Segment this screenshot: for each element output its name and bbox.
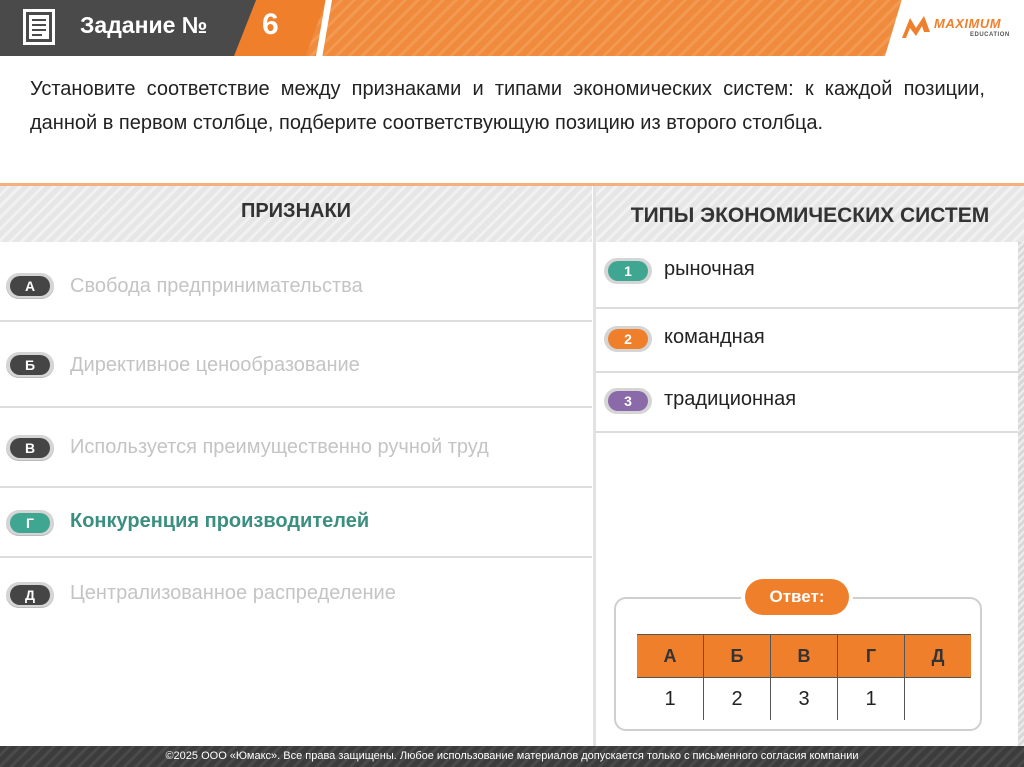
- features-column-header: ПРИЗНАКИ: [0, 186, 592, 242]
- type-row-3[interactable]: 3 традиционная: [596, 373, 1018, 433]
- answer-header-cell: Д: [904, 634, 971, 678]
- feature-row-a[interactable]: А Свобода предпринимательства: [0, 242, 592, 322]
- answer-cell-a[interactable]: 1: [637, 677, 704, 720]
- feature-letter: Д: [10, 585, 50, 605]
- type-number: 1: [608, 261, 648, 281]
- types-column-header: ТИПЫ ЭКОНОМИЧЕСКИХ СИСТЕМ: [596, 186, 1024, 242]
- answer-header-row: А Б В Г Д: [637, 634, 971, 678]
- type-text: рыночная: [664, 258, 755, 280]
- type-number: 3: [608, 391, 648, 411]
- task-number: 6: [262, 8, 279, 41]
- type-number: 2: [608, 329, 648, 349]
- feature-text: Свобода предпринимательства: [70, 275, 363, 297]
- answer-header-cell: В: [770, 634, 838, 678]
- header-bar: Задание № 6 MAXIMUM EDUCATION: [0, 0, 1024, 56]
- type-row-1[interactable]: 1 рыночная: [596, 245, 1018, 309]
- feature-row-v[interactable]: В Используется преимущественно ручной тр…: [0, 408, 592, 488]
- answer-header-cell: Б: [703, 634, 771, 678]
- right-edge-strip: [1018, 242, 1024, 747]
- type-number-badge: 1: [604, 258, 652, 284]
- logo-subtext: EDUCATION: [970, 32, 1010, 38]
- logo-mark-icon: [902, 16, 930, 38]
- types-column-title: ТИПЫ ЭКОНОМИЧЕСКИХ СИСТЕМ: [630, 204, 990, 227]
- answer-cell-v[interactable]: 3: [770, 677, 838, 720]
- feature-letter: Б: [10, 355, 50, 375]
- question-text: Установите соответствие между признаками…: [30, 78, 985, 134]
- feature-letter: В: [10, 438, 50, 458]
- feature-letter: Г: [10, 513, 50, 533]
- answer-label: Ответ:: [745, 579, 849, 615]
- answer-header-cell: А: [637, 634, 704, 678]
- copyright-text: ©2025 ООО «Юмакс». Все права защищены. Л…: [165, 750, 859, 762]
- feature-text: Используется преимущественно ручной труд: [70, 436, 489, 458]
- maximum-logo: MAXIMUM EDUCATION: [900, 10, 1020, 46]
- answer-table: А Б В Г Д 1 2 3 1: [637, 634, 971, 720]
- document-icon: [23, 9, 55, 45]
- feature-text: Директивное ценообразование: [70, 354, 360, 376]
- feature-letter-badge: Д: [6, 582, 54, 608]
- logo-text: MAXIMUM: [934, 16, 1002, 31]
- type-number-badge: 2: [604, 326, 652, 352]
- feature-letter-badge: Б: [6, 352, 54, 378]
- type-text: традиционная: [664, 388, 797, 410]
- answer-header-cell: Г: [837, 634, 905, 678]
- features-column-title: ПРИЗНАКИ: [240, 200, 352, 222]
- feature-letter-badge: Г: [6, 510, 54, 536]
- footer-bar: ©2025 ООО «Юмакс». Все права защищены. Л…: [0, 746, 1024, 767]
- row-divider: [596, 431, 1018, 433]
- answer-cell-b[interactable]: 2: [703, 677, 771, 720]
- type-row-2[interactable]: 2 командная: [596, 309, 1018, 373]
- feature-letter-badge: А: [6, 273, 54, 299]
- type-number-badge: 3: [604, 388, 652, 414]
- task-title: Задание №: [80, 12, 208, 38]
- feature-letter-badge: В: [6, 435, 54, 461]
- type-text: командная: [664, 326, 765, 348]
- feature-letter: А: [10, 276, 50, 296]
- answer-cell-g[interactable]: 1: [837, 677, 905, 720]
- feature-text: Централизованное распределение: [70, 582, 396, 604]
- feature-row-d[interactable]: Д Централизованное распределение: [0, 558, 592, 634]
- answer-label-badge: Ответ:: [741, 575, 853, 619]
- answer-values-row: 1 2 3 1: [637, 677, 971, 720]
- feature-text: Конкуренция производителей: [70, 510, 370, 532]
- feature-row-b[interactable]: Б Директивное ценообразование: [0, 322, 592, 408]
- answer-cell-d[interactable]: [904, 677, 971, 720]
- feature-row-g[interactable]: Г Конкуренция производителей: [0, 488, 592, 558]
